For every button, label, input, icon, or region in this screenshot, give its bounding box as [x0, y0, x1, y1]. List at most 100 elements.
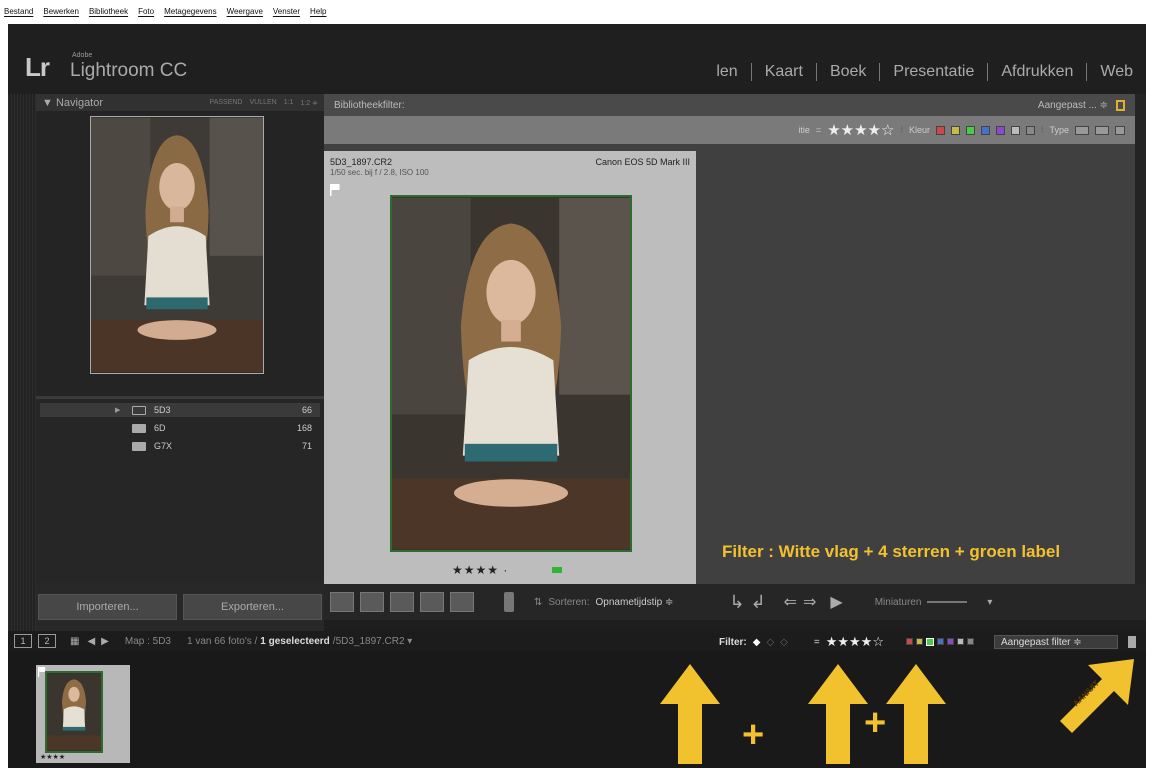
filter-red-swatch[interactable]	[906, 638, 913, 645]
rotate-left-icon[interactable]: ↳	[729, 592, 744, 613]
module-afdrukken[interactable]: Afdrukken	[987, 63, 1086, 81]
sort-select[interactable]: Opnametijdstip ≑	[596, 597, 674, 608]
kleur-label: Kleur	[908, 125, 930, 135]
import-export-bar: Importeren... Exporteren...	[36, 592, 324, 622]
left-panel-edge[interactable]	[8, 94, 36, 702]
flag-pick-icon[interactable]: ◆	[753, 637, 761, 648]
navigator-preview[interactable]	[36, 111, 324, 399]
module-boek[interactable]: Boek	[815, 63, 879, 81]
rating-stars[interactable]: ★★★★☆	[827, 121, 894, 139]
filter-preset-select[interactable]: Aangepast ... ≑	[1038, 100, 1108, 111]
lr-logo: Lr	[25, 52, 50, 82]
up-arrow-icon	[660, 664, 720, 764]
filter-none-swatch[interactable]	[967, 638, 974, 645]
folder-item[interactable]: 6D 168	[40, 421, 320, 435]
type-video-icon[interactable]	[1115, 125, 1125, 135]
grid-icon[interactable]: ▦	[70, 636, 79, 647]
navigator-photo	[90, 116, 264, 374]
forward-arrow-icon[interactable]: ▶	[101, 636, 109, 647]
rotate-right-icon[interactable]: ↲	[750, 592, 765, 613]
folder-item[interactable]: G7X 71	[40, 439, 320, 453]
white-flag-icon[interactable]	[330, 184, 340, 196]
divider: ⁞	[1040, 125, 1044, 135]
color-none-swatch[interactable]	[1025, 125, 1035, 135]
type-virtual-icon[interactable]	[1095, 125, 1109, 135]
export-button[interactable]: Exporteren...	[183, 594, 322, 620]
filter-purple-swatch[interactable]	[947, 638, 954, 645]
thumbnail-size-label: Miniaturen	[874, 596, 922, 608]
selected-count: 1 geselecteerd	[260, 635, 330, 647]
filter-green-swatch[interactable]	[926, 638, 934, 646]
menu-bibliotheek[interactable]: Bibliotheek	[89, 7, 128, 16]
expand-triangle-icon[interactable]: ▶	[115, 406, 120, 414]
screen-2-button[interactable]: 2	[38, 634, 56, 648]
flag-rejected-icon[interactable]: ◇	[780, 637, 788, 648]
import-button[interactable]: Importeren...	[38, 594, 177, 620]
folder-name: G7X	[154, 441, 173, 451]
filmstrip-thumbnail[interactable]: ★★★★	[36, 665, 130, 763]
thumbnail-size-slider[interactable]	[927, 601, 968, 603]
photo-cell[interactable]: 5D3_1897.CR2 Canon EOS 5D Mark III 1/50 …	[324, 151, 696, 584]
filter-toggle-switch[interactable]	[1128, 636, 1136, 648]
navigator-header[interactable]: ▼ Navigator PASSEND VULLEN 1:1 1:2 ≑	[36, 94, 324, 111]
play-slideshow-icon[interactable]: ▶	[830, 592, 842, 612]
screen-1-button[interactable]: 1	[14, 634, 32, 648]
rating-operator[interactable]: =	[816, 125, 821, 135]
zoom-1-2[interactable]: 1:2 ≑	[300, 99, 318, 107]
spray-can-icon[interactable]	[504, 592, 514, 612]
menu-venster[interactable]: Venster	[273, 7, 300, 16]
grid-scrollbar[interactable]	[1135, 94, 1146, 584]
filmstrip-rating: ★★★★	[40, 754, 66, 761]
color-red-swatch[interactable]	[935, 125, 945, 135]
type-master-icon[interactable]	[1075, 125, 1089, 135]
grid-view-icon[interactable]	[330, 592, 354, 612]
toolbar-menu-chevron-icon[interactable]: ▾	[987, 597, 992, 608]
module-kaart[interactable]: Kaart	[750, 63, 816, 81]
menu-help[interactable]: Help	[310, 7, 326, 16]
zoom-passend[interactable]: PASSEND	[210, 99, 243, 107]
loupe-view-icon[interactable]	[360, 592, 384, 612]
module-presentatie[interactable]: Presentatie	[879, 63, 987, 81]
plus-sign: +	[864, 702, 887, 744]
back-arrow-icon[interactable]: ◀	[87, 636, 95, 647]
folder-icon	[132, 441, 146, 451]
selected-file[interactable]: /5D3_1897.CR2 ▾	[333, 636, 413, 647]
photo-rating[interactable]: ★★★★ ·	[452, 563, 508, 577]
compare-view-icon[interactable]	[390, 592, 414, 612]
color-green-swatch[interactable]	[965, 125, 975, 135]
menu-foto[interactable]: Foto	[138, 7, 154, 16]
plus-sign: +	[742, 714, 765, 756]
photo-thumbnail[interactable]	[390, 195, 632, 552]
previous-photo-icon[interactable]: ⇐	[784, 592, 797, 612]
module-web[interactable]: Web	[1086, 63, 1146, 81]
lightroom-window: Lr Adobe Lightroom CC len Kaart Boek Pre…	[8, 24, 1146, 768]
sort-direction-icon[interactable]: ⇅	[534, 597, 542, 608]
menu-metagegevens[interactable]: Metagegevens	[164, 7, 216, 16]
filter-yellow-swatch[interactable]	[916, 638, 923, 645]
identity-plate: Lr Adobe Lightroom CC len Kaart Boek Pre…	[8, 24, 1146, 94]
green-label-badge[interactable]	[552, 567, 562, 573]
menu-bestand[interactable]: Bestand	[4, 7, 33, 16]
photo-filename: 5D3_1897.CR2	[330, 157, 393, 167]
module-bibliotheek[interactable]: len	[703, 63, 750, 81]
zoom-1-1[interactable]: 1:1	[284, 99, 294, 107]
lock-icon[interactable]	[1116, 99, 1125, 111]
folder-item[interactable]: ▶ 5D3 66	[40, 403, 320, 417]
people-view-icon[interactable]	[450, 592, 474, 612]
filter-rating-stars[interactable]: ★★★★☆	[826, 634, 884, 650]
menu-weergave[interactable]: Weergave	[227, 7, 263, 16]
filter-rating-operator[interactable]: =	[814, 637, 820, 648]
filter-blue-swatch[interactable]	[937, 638, 944, 645]
zoom-vullen[interactable]: VULLEN	[249, 99, 276, 107]
filter-preset-dropdown[interactable]: Aangepast filter ≑	[994, 635, 1118, 649]
menu-bewerken[interactable]: Bewerken	[43, 7, 79, 16]
color-purple-swatch[interactable]	[995, 125, 1005, 135]
filter-custom-swatch[interactable]	[957, 638, 964, 645]
survey-view-icon[interactable]	[420, 592, 444, 612]
color-yellow-swatch[interactable]	[950, 125, 960, 135]
color-blue-swatch[interactable]	[980, 125, 990, 135]
next-photo-icon[interactable]: ⇒	[803, 592, 816, 612]
color-custom-swatch[interactable]	[1010, 125, 1020, 135]
flag-unflagged-icon[interactable]: ◇	[766, 637, 774, 648]
source-path[interactable]: Map : 5D3	[125, 636, 171, 647]
